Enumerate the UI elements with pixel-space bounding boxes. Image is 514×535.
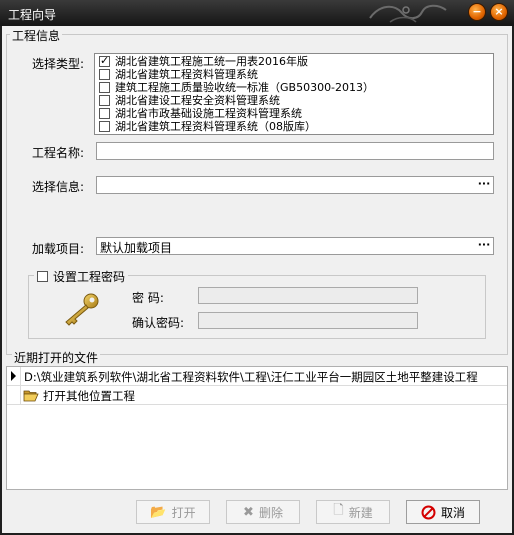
cancel-button[interactable]: 取消 <box>406 500 480 524</box>
type-item-label: 湖北省建筑工程资料管理系统 <box>115 68 258 81</box>
type-checkbox-4[interactable] <box>99 108 110 119</box>
type-item-5[interactable]: 湖北省建筑工程资料管理系统（08版库） <box>99 120 316 133</box>
row-pointer-icon <box>11 371 16 381</box>
password-checkbox[interactable] <box>37 271 48 282</box>
type-checkbox-2[interactable] <box>99 82 110 93</box>
select-info-label: 选择信息: <box>32 180 85 194</box>
select-info-browse-button[interactable]: ··· <box>476 178 492 192</box>
project-info-title: 工程信息 <box>10 27 63 44</box>
open-folder-icon: 📂 <box>150 504 167 520</box>
load-project-value: 默认加载项目 <box>100 241 173 255</box>
dialog-body: 工程信息 选择类型: 湖北省建筑工程施工统一用表2016年版 湖北省建筑工程资料… <box>2 26 512 533</box>
type-item-0[interactable]: 湖北省建筑工程施工统一用表2016年版 <box>99 54 308 68</box>
type-item-3[interactable]: 湖北省建设工程安全资料管理系统 <box>99 94 280 107</box>
close-window-button[interactable]: × <box>490 3 508 21</box>
select-info-input[interactable]: ··· <box>96 176 494 194</box>
title-ornament-icon <box>369 4 447 23</box>
delete-button[interactable]: ✖ 删除 <box>226 500 300 524</box>
type-checkbox-1[interactable] <box>99 69 110 80</box>
open-other-row[interactable]: 打开其他位置工程 <box>7 386 507 405</box>
row-marker <box>7 386 21 404</box>
password-checkbox-label: 设置工程密码 <box>53 270 126 284</box>
type-checkbox-3[interactable] <box>99 95 110 106</box>
open-button-label: 打开 <box>171 505 196 520</box>
open-other-label: 打开其他位置工程 <box>43 389 135 403</box>
cancel-prohibited-icon <box>421 505 436 519</box>
minimize-button[interactable]: − <box>468 3 486 21</box>
open-button[interactable]: 📂 打开 <box>136 500 210 524</box>
password-label: 密 码: <box>132 291 164 305</box>
recent-file-row[interactable]: D:\筑业建筑系列软件\湖北省工程资料软件\工程\汪仁工业平台一期园区土地平整建… <box>7 367 507 386</box>
password-input[interactable] <box>198 287 418 304</box>
delete-x-icon: ✖ <box>243 504 254 520</box>
confirm-password-input[interactable] <box>198 312 418 329</box>
current-row-marker <box>7 367 21 385</box>
new-button-label: 新建 <box>348 505 373 520</box>
open-folder-icon <box>23 390 39 402</box>
project-name-label: 工程名称: <box>32 146 85 160</box>
window-title: 工程向导 <box>8 8 57 22</box>
type-item-label: 湖北省建筑工程资料管理系统（08版库） <box>115 120 316 133</box>
load-project-label: 加载项目: <box>32 242 85 256</box>
recent-file-path: D:\筑业建筑系列软件\湖北省工程资料软件\工程\汪仁工业平台一期园区土地平整建… <box>24 370 478 384</box>
type-item-label: 湖北省市政基础设施工程资料管理系统 <box>115 107 302 120</box>
project-type-list[interactable]: 湖北省建筑工程施工统一用表2016年版 湖北省建筑工程资料管理系统 建筑工程施工… <box>94 53 494 135</box>
password-toggle[interactable]: 设置工程密码 <box>34 268 129 285</box>
new-button[interactable]: 🗋 新建 <box>316 500 390 524</box>
type-item-1[interactable]: 湖北省建筑工程资料管理系统 <box>99 68 258 81</box>
title-bar[interactable]: 工程向导 − × <box>0 0 514 26</box>
type-label: 选择类型: <box>32 57 85 71</box>
type-checkbox-0[interactable] <box>99 54 110 67</box>
load-project-browse-button[interactable]: ··· <box>476 239 492 253</box>
project-wizard-window: 工程向导 − × 工程信息 选择类型: 湖北省建筑工程施工统一用表2016年版 … <box>0 0 514 535</box>
new-document-icon: 🗋 <box>333 503 344 518</box>
type-item-label: 建筑工程施工质量验收统一标准（GB50300-2013） <box>115 81 375 94</box>
cancel-button-label: 取消 <box>440 505 465 520</box>
confirm-password-label: 确认密码: <box>132 316 185 330</box>
recent-files-title: 近期打开的文件 <box>12 349 101 366</box>
type-item-label: 湖北省建筑工程施工统一用表2016年版 <box>115 55 308 68</box>
type-item-4[interactable]: 湖北省市政基础设施工程资料管理系统 <box>99 107 302 120</box>
load-project-input[interactable]: 默认加载项目 ··· <box>96 237 494 255</box>
project-name-input[interactable] <box>96 142 494 160</box>
type-checkbox-5[interactable] <box>99 121 110 132</box>
delete-button-label: 删除 <box>258 505 283 520</box>
type-item-label: 湖北省建设工程安全资料管理系统 <box>115 94 280 107</box>
key-icon <box>65 293 99 326</box>
recent-files-list: D:\筑业建筑系列软件\湖北省工程资料软件\工程\汪仁工业平台一期园区土地平整建… <box>6 366 508 490</box>
type-item-2[interactable]: 建筑工程施工质量验收统一标准（GB50300-2013） <box>99 81 374 94</box>
